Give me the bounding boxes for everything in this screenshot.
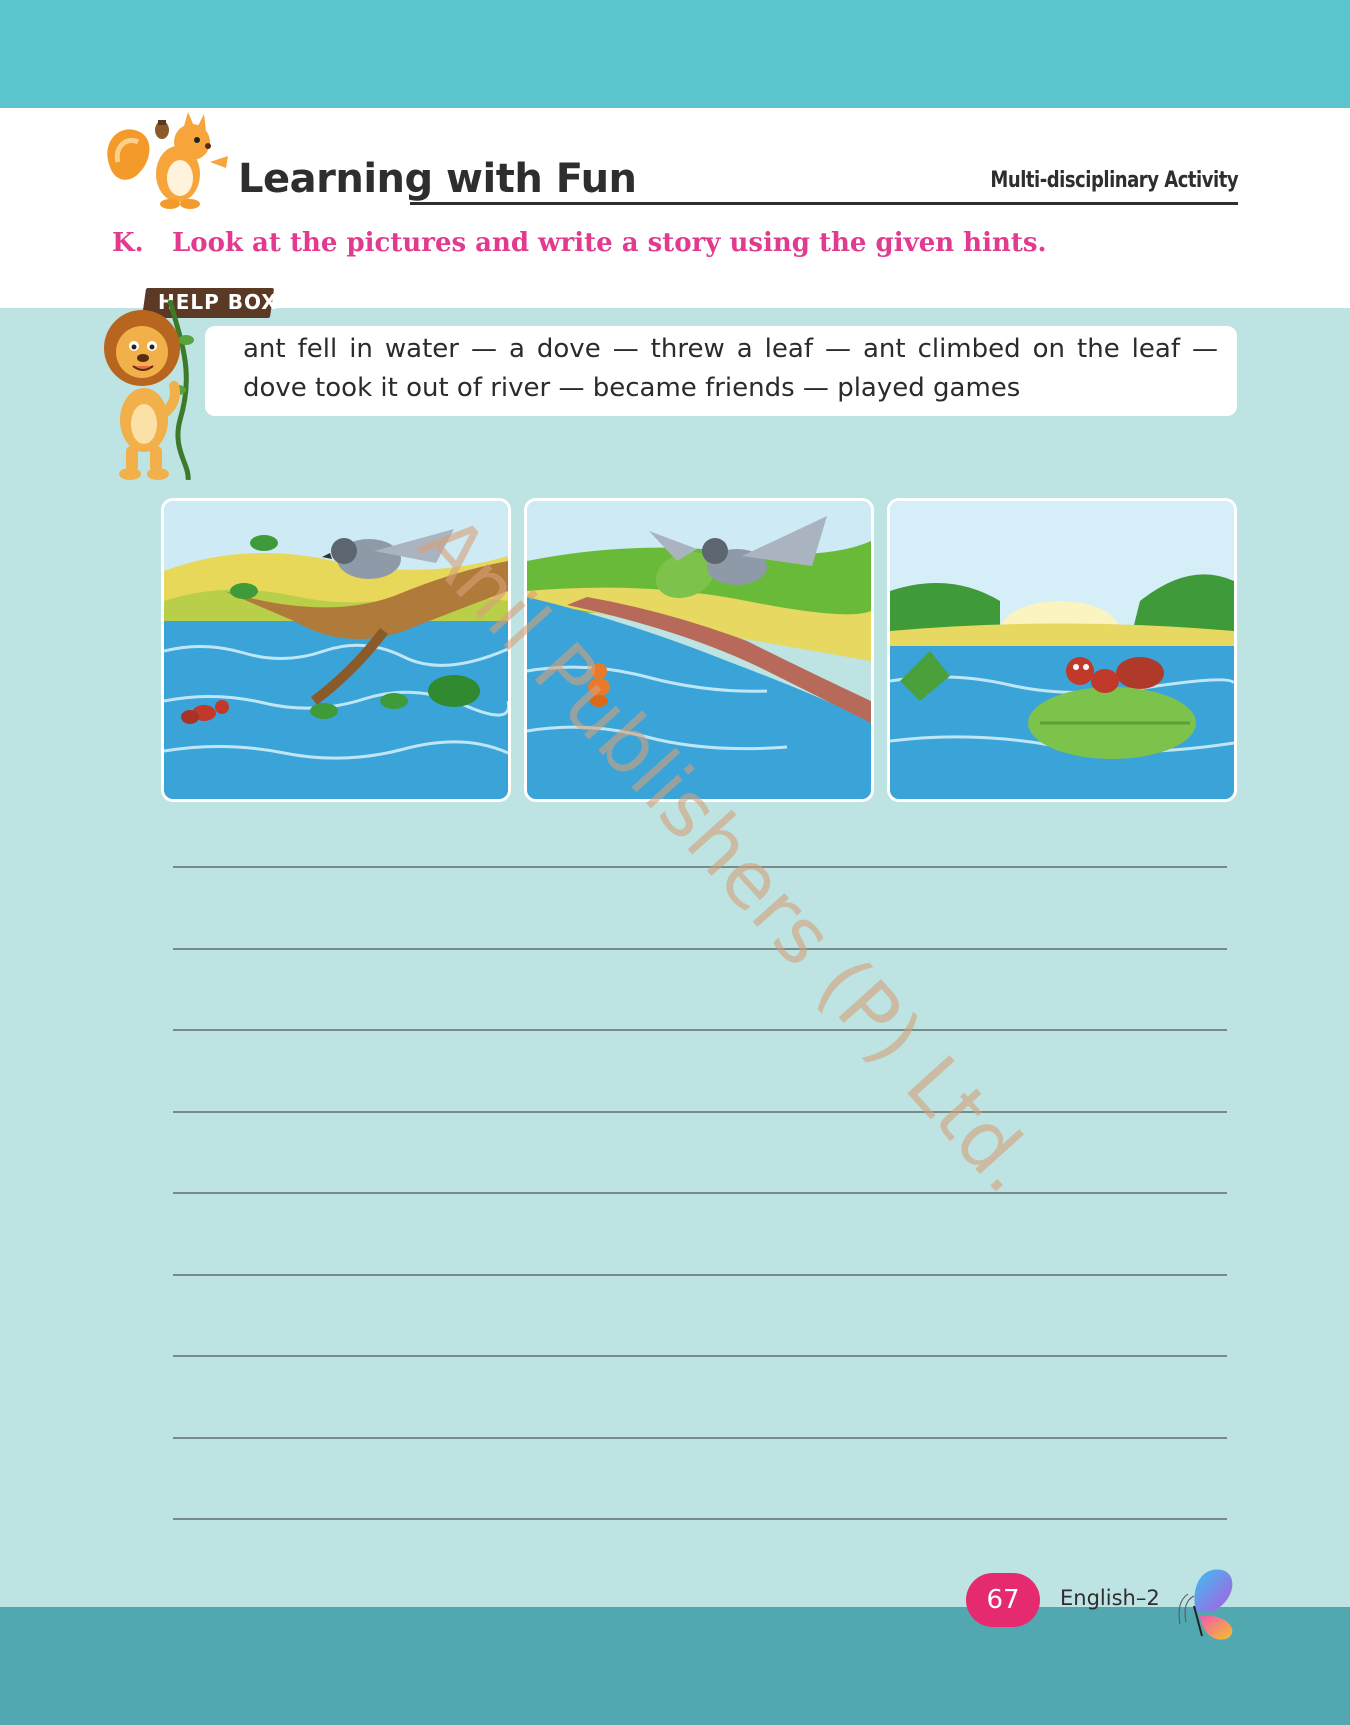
squirrel-mascot-icon — [107, 112, 228, 209]
activity-label: Multi-disciplinary Activity — [990, 168, 1238, 193]
picture-panel-3 — [887, 498, 1237, 802]
writing-line[interactable] — [173, 948, 1227, 950]
bottom-color-band — [0, 1607, 1350, 1725]
ant-on-leaf-illustration — [890, 501, 1234, 799]
book-label: English–2 — [1060, 1586, 1160, 1610]
top-color-band — [0, 0, 1350, 108]
question-prompt: K. Look at the pictures and write a story… — [112, 228, 1047, 258]
writing-line[interactable] — [173, 1437, 1227, 1439]
butterfly-logo-icon — [1178, 1569, 1233, 1640]
writing-line[interactable] — [173, 1274, 1227, 1276]
writing-line[interactable] — [173, 1518, 1227, 1520]
writing-line[interactable] — [173, 1355, 1227, 1357]
question-text: Look at the pictures and write a story u… — [172, 228, 1047, 258]
lion-mascot-icon — [104, 300, 194, 480]
page-title: Learning with Fun — [238, 156, 637, 202]
help-box-hints: ant fell in water — a dove — threw a lea… — [243, 334, 1218, 403]
writing-line[interactable] — [173, 1029, 1227, 1031]
writing-line[interactable] — [173, 1111, 1227, 1113]
writing-line[interactable] — [173, 1192, 1227, 1194]
title-underline — [410, 202, 1238, 205]
page-number: 67 — [966, 1573, 1040, 1627]
question-number: K. — [112, 228, 144, 258]
